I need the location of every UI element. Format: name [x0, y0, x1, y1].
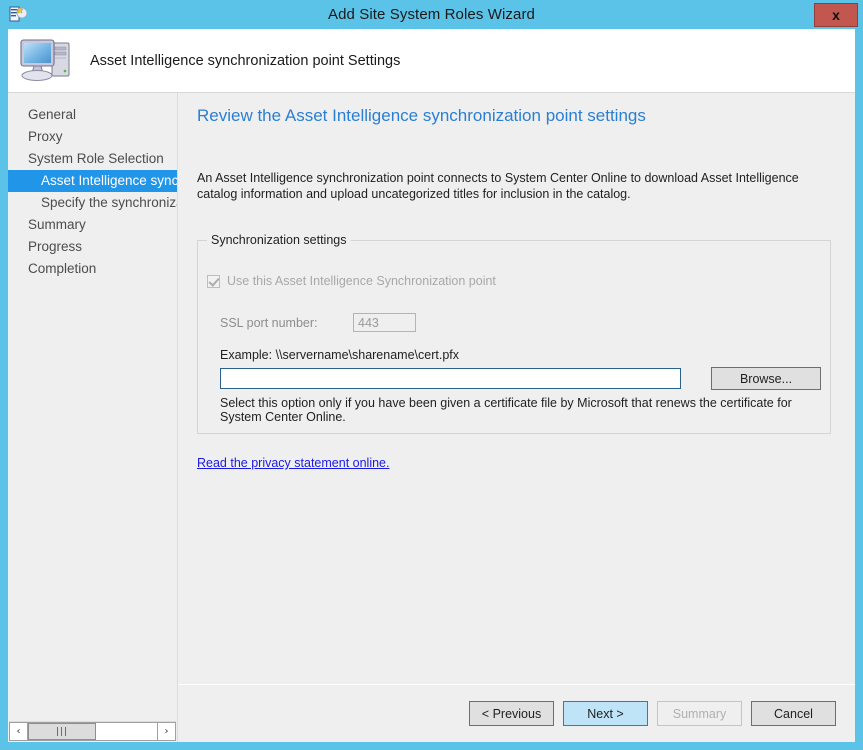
sidebar-item-asset-intelligence-synchronization-point[interactable]: Asset Intelligence synchronization point	[8, 170, 177, 192]
computer-icon	[16, 33, 78, 88]
wizard-body: General Proxy System Role Selection Asse…	[8, 93, 855, 742]
wizard-step-sidebar: General Proxy System Role Selection Asse…	[8, 93, 178, 742]
window-title: Add Site System Roles Wizard	[327, 6, 536, 23]
cancel-button[interactable]: Cancel	[751, 701, 836, 726]
synchronization-settings-group: Synchronization settings Use this Asset …	[197, 233, 831, 434]
wizard-window: Add Site System Roles Wizard x Asset Int…	[0, 0, 863, 750]
use-sync-point-checkbox[interactable]	[207, 274, 220, 288]
next-button[interactable]: Next >	[563, 701, 648, 726]
wizard-header: Asset Intelligence synchronization point…	[8, 29, 855, 93]
sidebar-item-completion[interactable]: Completion	[8, 258, 177, 280]
title-bar: Add Site System Roles Wizard x	[0, 0, 863, 29]
wizard-footer: < Previous Next > Summary Cancel	[178, 684, 855, 742]
sidebar-horizontal-scrollbar[interactable]: ‹ ||| ›	[9, 721, 176, 741]
browse-button[interactable]: Browse...	[711, 367, 821, 390]
wizard-content-inner: Review the Asset Intelligence synchroniz…	[178, 93, 855, 684]
summary-button[interactable]: Summary	[657, 701, 742, 726]
sidebar-item-progress[interactable]: Progress	[8, 236, 177, 258]
privacy-statement-link[interactable]: Read the privacy statement online.	[197, 456, 389, 470]
sidebar-item-system-role-selection[interactable]: System Role Selection	[8, 148, 177, 170]
wizard-header-title: Asset Intelligence synchronization point…	[90, 52, 401, 69]
wizard-content-panel: Review the Asset Intelligence synchroniz…	[178, 93, 855, 742]
sidebar-item-summary[interactable]: Summary	[8, 214, 177, 236]
use-sync-point-checkbox-row[interactable]: Use this Asset Intelligence Synchronizat…	[207, 274, 496, 288]
intro-description: An Asset Intelligence synchronization po…	[197, 171, 799, 201]
scrollbar-track[interactable]: |||	[28, 722, 157, 741]
sidebar-item-general[interactable]: General	[8, 104, 177, 126]
certificate-path-input[interactable]	[220, 368, 681, 389]
scroll-left-arrow-icon[interactable]: ‹	[9, 722, 28, 741]
sidebar-item-proxy[interactable]: Proxy	[8, 126, 177, 148]
wizard-app-icon	[8, 4, 28, 24]
page-title: Review the Asset Intelligence synchroniz…	[197, 106, 646, 125]
scrollbar-thumb[interactable]: |||	[28, 723, 96, 740]
scroll-right-arrow-icon[interactable]: ›	[157, 722, 176, 741]
certificate-hint-text: Select this option only if you have been…	[220, 396, 792, 424]
ssl-port-input[interactable]	[353, 313, 416, 332]
certificate-example-label: Example: \\servername\sharename\cert.pfx	[220, 348, 459, 362]
use-sync-point-label: Use this Asset Intelligence Synchronizat…	[227, 274, 496, 288]
sidebar-filler	[8, 280, 177, 721]
wizard-client-area: Asset Intelligence synchronization point…	[8, 29, 855, 742]
previous-button[interactable]: < Previous	[469, 701, 554, 726]
ssl-port-label: SSL port number:	[220, 315, 318, 330]
close-button[interactable]: x	[814, 3, 858, 27]
sidebar-item-specify-the-synchronization-schedule[interactable]: Specify the synchronization schedule	[8, 192, 177, 214]
certificate-path-row: Browse...	[220, 367, 821, 390]
group-legend: Synchronization settings	[207, 233, 351, 247]
ssl-port-row: SSL port number:	[220, 313, 416, 332]
